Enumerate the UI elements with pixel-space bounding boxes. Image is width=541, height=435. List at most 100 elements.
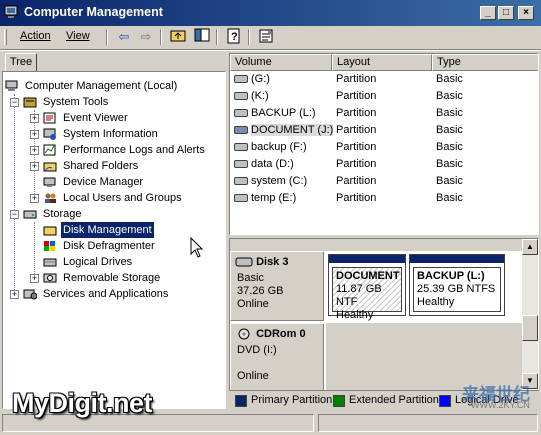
tree-node-label: Disk Management <box>60 221 155 239</box>
computer-icon <box>5 80 18 92</box>
column-header-type[interactable]: Type <box>432 54 538 71</box>
tree-node-storage[interactable]: Storage <box>23 206 84 222</box>
tree-node-device-manager[interactable]: Device Manager <box>43 174 145 190</box>
expand-toggle[interactable]: + <box>10 290 19 299</box>
disk-size: 37.26 GB <box>237 285 284 297</box>
mouse-pointer-icon <box>190 237 204 258</box>
removable-drive-icon <box>234 92 248 101</box>
toolbar-separator <box>106 29 108 45</box>
table-row[interactable]: backup (F:) Partition Basic <box>230 139 538 156</box>
removable-storage-icon <box>43 273 57 283</box>
layout-cell: Partition <box>336 124 377 136</box>
volume-list[interactable]: Volume Layout Type (G:) Partition Basic … <box>229 53 539 235</box>
partition-info: 25.39 GB NTFS <box>417 283 496 295</box>
partition-backup[interactable]: BACKUP (L:) 25.39 GB NTFS Healthy <box>409 254 505 316</box>
partition-document-body: DOCUMENT 11.87 GB NTF Healthy <box>332 267 402 321</box>
disk-status: Online <box>237 298 269 310</box>
toolbar-divider <box>0 49 541 51</box>
tree-node-root[interactable]: Computer Management (Local) <box>5 78 179 94</box>
scroll-thumb[interactable] <box>522 315 538 341</box>
type-cell: Basic <box>436 124 463 136</box>
tree-node-local-users[interactable]: Local Users and Groups <box>43 190 184 206</box>
layout-cell: Partition <box>336 107 377 119</box>
partition-status: Healthy <box>417 296 455 308</box>
expand-toggle[interactable]: + <box>30 114 39 123</box>
window-title: Computer Management <box>24 5 163 19</box>
graph-scrollbar[interactable]: ▲ ▼ <box>522 239 538 389</box>
tree-node-disk-management[interactable]: Disk Management <box>43 221 155 239</box>
cdrom-0-header[interactable]: CDRom 0 DVD (I:) Online <box>230 323 324 391</box>
layout-cell: Partition <box>336 175 377 187</box>
expand-toggle[interactable]: + <box>30 130 39 139</box>
properties-icon[interactable] <box>256 28 276 46</box>
toolbar-grip <box>4 29 7 45</box>
legend-swatch-logical <box>439 395 451 407</box>
expand-toggle[interactable]: + <box>30 274 39 283</box>
disk-type: Basic <box>237 272 264 284</box>
logical-drives-icon <box>43 258 57 267</box>
tree-node-event-viewer[interactable]: Event Viewer <box>43 110 130 126</box>
expand-toggle[interactable]: + <box>30 146 39 155</box>
minimize-button[interactable]: _ <box>480 6 496 20</box>
layout-cell: Partition <box>336 90 377 102</box>
tree-node-label: Shared Folders <box>63 160 139 172</box>
menu-view[interactable]: View <box>62 30 94 45</box>
column-header-volume[interactable]: Volume <box>230 54 332 71</box>
collapse-toggle[interactable]: − <box>10 210 19 219</box>
table-row[interactable]: temp (E:) Partition Basic <box>230 190 538 207</box>
close-button[interactable]: × <box>518 6 534 20</box>
menu-action-label: Action <box>20 30 51 42</box>
tab-tree[interactable]: Tree <box>5 53 37 72</box>
tree-node-shared-folders[interactable]: Shared Folders <box>43 158 140 174</box>
table-row[interactable]: (K:) Partition Basic <box>230 88 538 105</box>
collapse-toggle[interactable]: − <box>10 98 19 107</box>
type-cell: Basic <box>436 175 463 187</box>
up-folder-icon[interactable] <box>168 28 188 46</box>
tree-node-performance-logs[interactable]: Performance Logs and Alerts <box>43 142 207 158</box>
table-row[interactable]: data (D:) Partition Basic <box>230 156 538 173</box>
defragmenter-icon <box>44 241 55 252</box>
tree-node-removable-storage[interactable]: Removable Storage <box>43 270 162 286</box>
menu-view-label: View <box>66 30 90 42</box>
title-bar[interactable]: Computer Management _ □ × <box>0 0 541 26</box>
drive-icon <box>234 160 248 169</box>
menu-action[interactable]: Action <box>16 30 55 45</box>
volume-name: (K:) <box>251 90 269 102</box>
disk-3-header[interactable]: Disk 3 Basic 37.26 GB Online <box>230 251 324 321</box>
device-manager-icon <box>43 177 56 188</box>
tree-node-services-applications[interactable]: Services and Applications <box>23 286 170 302</box>
volume-name: (G:) <box>251 73 270 85</box>
partition-document[interactable]: DOCUMENT 11.87 GB NTF Healthy <box>328 254 406 321</box>
legend-swatch-primary <box>235 395 247 407</box>
help-icon[interactable]: ? <box>224 28 244 46</box>
volume-name: system (C:) <box>251 175 308 187</box>
forward-arrow-icon[interactable]: ⇨ <box>136 28 156 46</box>
expand-toggle[interactable]: + <box>30 162 39 171</box>
table-row[interactable]: (G:) Partition Basic <box>230 71 538 88</box>
tree-node-system-tools[interactable]: System Tools <box>23 94 110 110</box>
tree-node-disk-defragmenter[interactable]: Disk Defragmenter <box>43 238 157 254</box>
pane-splitter[interactable] <box>230 239 538 251</box>
maximize-button[interactable]: □ <box>498 6 514 20</box>
column-header-layout[interactable]: Layout <box>332 54 432 71</box>
table-row[interactable]: DOCUMENT (J:) Partition Basic <box>230 122 538 139</box>
legend-label: Extended Partition <box>349 394 439 406</box>
cdrom-name: CDRom 0 <box>256 328 306 340</box>
tree-node-system-information[interactable]: System Information <box>43 126 160 142</box>
toolbar-separator <box>216 29 218 45</box>
toolbar-separator <box>160 29 162 45</box>
back-arrow-icon[interactable]: ⇦ <box>114 28 134 46</box>
table-row[interactable]: system (C:) Partition Basic <box>230 173 538 190</box>
type-cell: Basic <box>436 158 463 170</box>
layout-cell: Partition <box>336 141 377 153</box>
partition-name: DOCUMENT <box>336 270 400 282</box>
drive-icon <box>234 177 248 186</box>
scroll-up-button[interactable]: ▲ <box>522 239 538 255</box>
tree-connector <box>34 110 35 200</box>
tree-node-logical-drives[interactable]: Logical Drives <box>43 254 134 270</box>
show-hide-tree-icon[interactable] <box>192 28 212 46</box>
table-row[interactable]: BACKUP (L:) Partition Basic <box>230 105 538 122</box>
expand-toggle[interactable]: + <box>30 194 39 203</box>
tree-node-label: Event Viewer <box>63 112 128 124</box>
users-icon <box>45 193 56 204</box>
